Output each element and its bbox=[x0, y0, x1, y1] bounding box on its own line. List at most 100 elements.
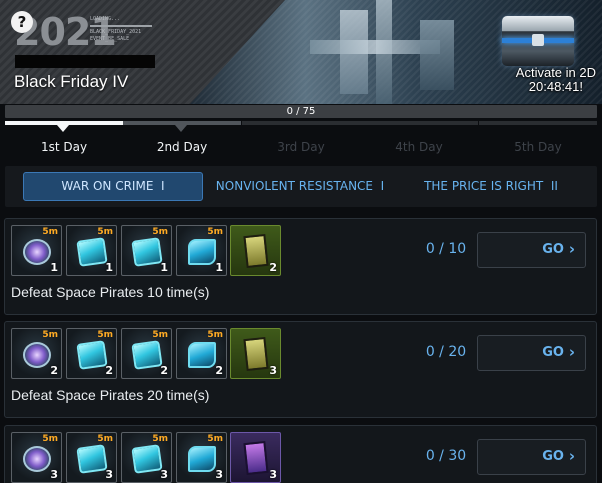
mission-progress-count: 0 / 10 bbox=[425, 241, 467, 257]
reward-item[interactable]: 5m 2 bbox=[176, 328, 227, 379]
mission-card: 5m 2 5m 2 5m 2 5m 2 3 0 / 20 GO › Defeat Space Pirat… bbox=[4, 321, 597, 418]
reward-quantity: 2 bbox=[160, 364, 168, 377]
category-tabs: WAR ON CRIME I NONVIOLENT RESISTANCE I THE… bbox=[5, 166, 597, 207]
chevron-right-icon: › bbox=[568, 240, 575, 258]
event-banner: 2021 ? LOADING... BLACK_FRIDAY_2021 EVEN… bbox=[0, 0, 602, 104]
reward-item[interactable]: 5m 2 bbox=[121, 328, 172, 379]
reward-item[interactable]: 5m 3 bbox=[176, 432, 227, 483]
reward-item[interactable]: 5m 3 bbox=[11, 432, 62, 483]
reward-duration: 5m bbox=[42, 330, 58, 340]
green-card-icon bbox=[243, 336, 269, 372]
day-tab-label: 4th Day bbox=[395, 140, 443, 154]
mission-description: Defeat Space Pirates 10 time(s) bbox=[11, 284, 210, 300]
tab-category-2[interactable]: NONVIOLENT RESISTANCE I bbox=[208, 172, 392, 201]
reward-item[interactable]: 2 bbox=[230, 225, 281, 276]
reward-duration: 5m bbox=[152, 227, 168, 237]
reward-duration: 5m bbox=[42, 227, 58, 237]
reward-item[interactable]: 5m 1 bbox=[176, 225, 227, 276]
cyan-crystal-icon bbox=[76, 340, 108, 370]
day-tab-indicator bbox=[479, 121, 597, 125]
day-tab-arrow-icon bbox=[57, 125, 69, 132]
day-tab-label: 5th Day bbox=[514, 140, 562, 154]
reward-item[interactable]: 5m 3 bbox=[121, 432, 172, 483]
day-tab-label: 3rd Day bbox=[277, 140, 325, 154]
reward-item[interactable]: 5m 2 bbox=[11, 328, 62, 379]
reward-duration: 5m bbox=[42, 434, 58, 444]
tab-day-1[interactable]: 1st Day bbox=[5, 121, 123, 159]
divider bbox=[90, 25, 152, 27]
reward-quantity: 1 bbox=[50, 261, 58, 274]
reward-item[interactable]: 5m 1 bbox=[11, 225, 62, 276]
cyan-crystal-icon bbox=[76, 237, 108, 267]
reward-item[interactable]: 3 bbox=[230, 328, 281, 379]
purple-orb-icon bbox=[23, 342, 51, 368]
reward-item[interactable]: 5m 2 bbox=[66, 328, 117, 379]
redacted-bar bbox=[15, 55, 155, 68]
reward-duration: 5m bbox=[97, 330, 113, 340]
reward-quantity: 1 bbox=[160, 261, 168, 274]
activate-label: Activate in 2D bbox=[515, 65, 596, 80]
day-tab-label: 1st Day bbox=[40, 140, 88, 154]
reward-quantity: 3 bbox=[269, 364, 277, 377]
tab-category-3[interactable]: THE PRICE IS RIGHT II bbox=[406, 172, 576, 201]
year-caption-line: LOADING... bbox=[90, 16, 121, 22]
purple-orb-icon bbox=[23, 239, 51, 265]
purple-card-icon bbox=[243, 440, 269, 476]
reward-duration: 5m bbox=[97, 434, 113, 444]
tab-day-5[interactable]: 5th Day bbox=[479, 121, 597, 159]
blue-crystal-icon bbox=[188, 239, 216, 265]
reward-quantity: 2 bbox=[269, 261, 277, 274]
reward-item[interactable]: 5m 3 bbox=[66, 432, 117, 483]
reward-quantity: 3 bbox=[269, 468, 277, 481]
chevron-right-icon: › bbox=[568, 447, 575, 465]
reward-quantity: 1 bbox=[105, 261, 113, 274]
chevron-right-icon: › bbox=[568, 343, 575, 361]
reward-duration: 5m bbox=[207, 434, 223, 444]
mission-description: Defeat Space Pirates 20 time(s) bbox=[11, 387, 210, 403]
go-button[interactable]: GO › bbox=[477, 335, 586, 371]
reward-duration: 5m bbox=[97, 227, 113, 237]
tab-day-3[interactable]: 3rd Day bbox=[242, 121, 360, 159]
activate-countdown: 20:48:41! bbox=[528, 79, 583, 94]
cyan-cube-icon bbox=[131, 340, 163, 370]
year-caption: LOADING... BLACK_FRIDAY_2021 EVENT_BE_SA… bbox=[90, 16, 154, 43]
reward-duration: 5m bbox=[152, 434, 168, 444]
day-tabs: 1st Day 2nd Day 3rd Day 4th Day 5th Day bbox=[5, 121, 597, 159]
go-button[interactable]: GO › bbox=[477, 439, 586, 475]
day-tab-arrow-icon bbox=[175, 125, 187, 132]
event-title: Black Friday IV bbox=[14, 72, 129, 91]
event-progress-bar: 0 / 75 bbox=[5, 105, 597, 118]
mission-progress-count: 0 / 20 bbox=[425, 344, 467, 360]
reward-quantity: 1 bbox=[215, 261, 223, 274]
reward-quantity: 3 bbox=[105, 468, 113, 481]
mission-progress-count: 0 / 30 bbox=[425, 448, 467, 464]
day-tab-indicator bbox=[360, 121, 478, 125]
green-card-icon bbox=[243, 233, 269, 269]
day-tab-label: 2nd Day bbox=[156, 140, 208, 154]
reward-chest-icon[interactable] bbox=[502, 16, 574, 66]
go-button-label: GO bbox=[542, 345, 564, 360]
blue-crystal-icon bbox=[188, 342, 216, 368]
go-button-label: GO bbox=[542, 242, 564, 257]
progress-text: 0 / 75 bbox=[286, 106, 316, 117]
reward-quantity: 2 bbox=[50, 364, 58, 377]
space-station-module bbox=[420, 20, 454, 90]
reward-item[interactable]: 5m 1 bbox=[66, 225, 117, 276]
reward-quantity: 3 bbox=[50, 468, 58, 481]
go-button[interactable]: GO › bbox=[477, 232, 586, 268]
reward-duration: 5m bbox=[207, 227, 223, 237]
question-icon[interactable]: ? bbox=[11, 11, 33, 33]
reward-item[interactable]: 5m 1 bbox=[121, 225, 172, 276]
reward-quantity: 3 bbox=[215, 468, 223, 481]
purple-orb-icon bbox=[23, 446, 51, 472]
go-button-label: GO bbox=[542, 449, 564, 464]
tab-day-2[interactable]: 2nd Day bbox=[123, 121, 241, 159]
day-tab-indicator bbox=[242, 121, 360, 125]
reward-quantity: 2 bbox=[215, 364, 223, 377]
cyan-cube-icon bbox=[131, 237, 163, 267]
tab-day-4[interactable]: 4th Day bbox=[360, 121, 478, 159]
cyan-crystal-icon bbox=[76, 444, 108, 474]
reward-quantity: 3 bbox=[160, 468, 168, 481]
tab-category-1[interactable]: WAR ON CRIME I bbox=[23, 172, 203, 201]
reward-item[interactable]: 3 bbox=[230, 432, 281, 483]
